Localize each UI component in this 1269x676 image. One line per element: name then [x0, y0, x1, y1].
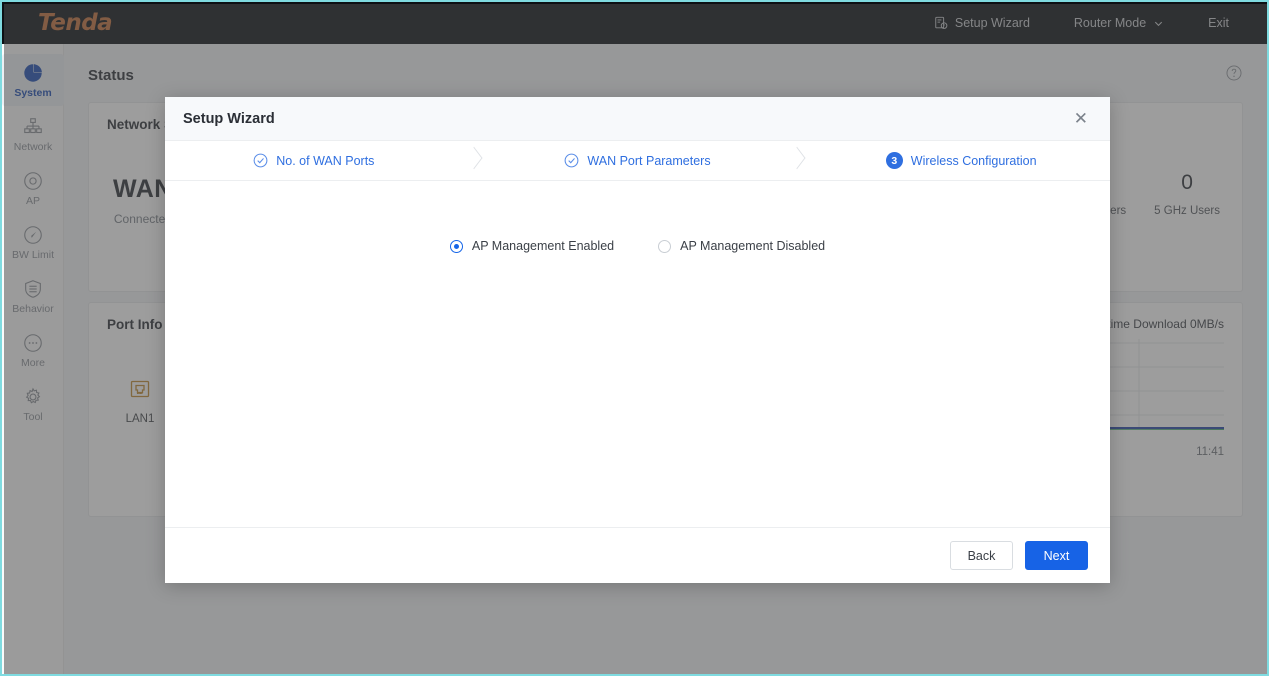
modal-title: Setup Wizard: [183, 111, 275, 127]
radio-ap-management-disabled[interactable]: AP Management Disabled: [658, 239, 825, 253]
modal-body: AP Management Enabled AP Management Disa…: [165, 181, 1110, 527]
step-chevron-icon: [786, 141, 812, 181]
app-window: Tenda Setup Wizard Router Mode: [0, 0, 1269, 676]
radio-label: AP Management Enabled: [472, 239, 614, 253]
setup-wizard-modal: Setup Wizard ✕ No. of WAN Ports: [165, 97, 1110, 583]
step-label: WAN Port Parameters: [587, 154, 710, 168]
modal-footer: Back Next: [165, 527, 1110, 583]
ap-management-radio-group: AP Management Enabled AP Management Disa…: [450, 239, 825, 253]
radio-ap-management-enabled[interactable]: AP Management Enabled: [450, 239, 614, 253]
radio-indicator[interactable]: [658, 240, 671, 253]
step-chevron-icon: [463, 141, 489, 181]
step-number-badge: 3: [886, 152, 903, 169]
wizard-stepper: No. of WAN Ports WAN Port Parameters 3 W…: [165, 141, 1110, 181]
step-no-of-wan-ports[interactable]: No. of WAN Ports: [165, 141, 463, 181]
step-label: Wireless Configuration: [911, 154, 1037, 168]
radio-indicator-selected[interactable]: [450, 240, 463, 253]
check-circle-icon: [564, 153, 579, 168]
step-label: No. of WAN Ports: [276, 154, 374, 168]
step-wireless-configuration[interactable]: 3 Wireless Configuration: [812, 141, 1110, 181]
check-circle-icon: [253, 153, 268, 168]
step-wan-port-parameters[interactable]: WAN Port Parameters: [489, 141, 787, 181]
radio-label: AP Management Disabled: [680, 239, 825, 253]
close-icon[interactable]: ✕: [1070, 106, 1092, 131]
back-button[interactable]: Back: [950, 541, 1013, 570]
next-button[interactable]: Next: [1025, 541, 1088, 570]
modal-header: Setup Wizard ✕: [165, 97, 1110, 141]
